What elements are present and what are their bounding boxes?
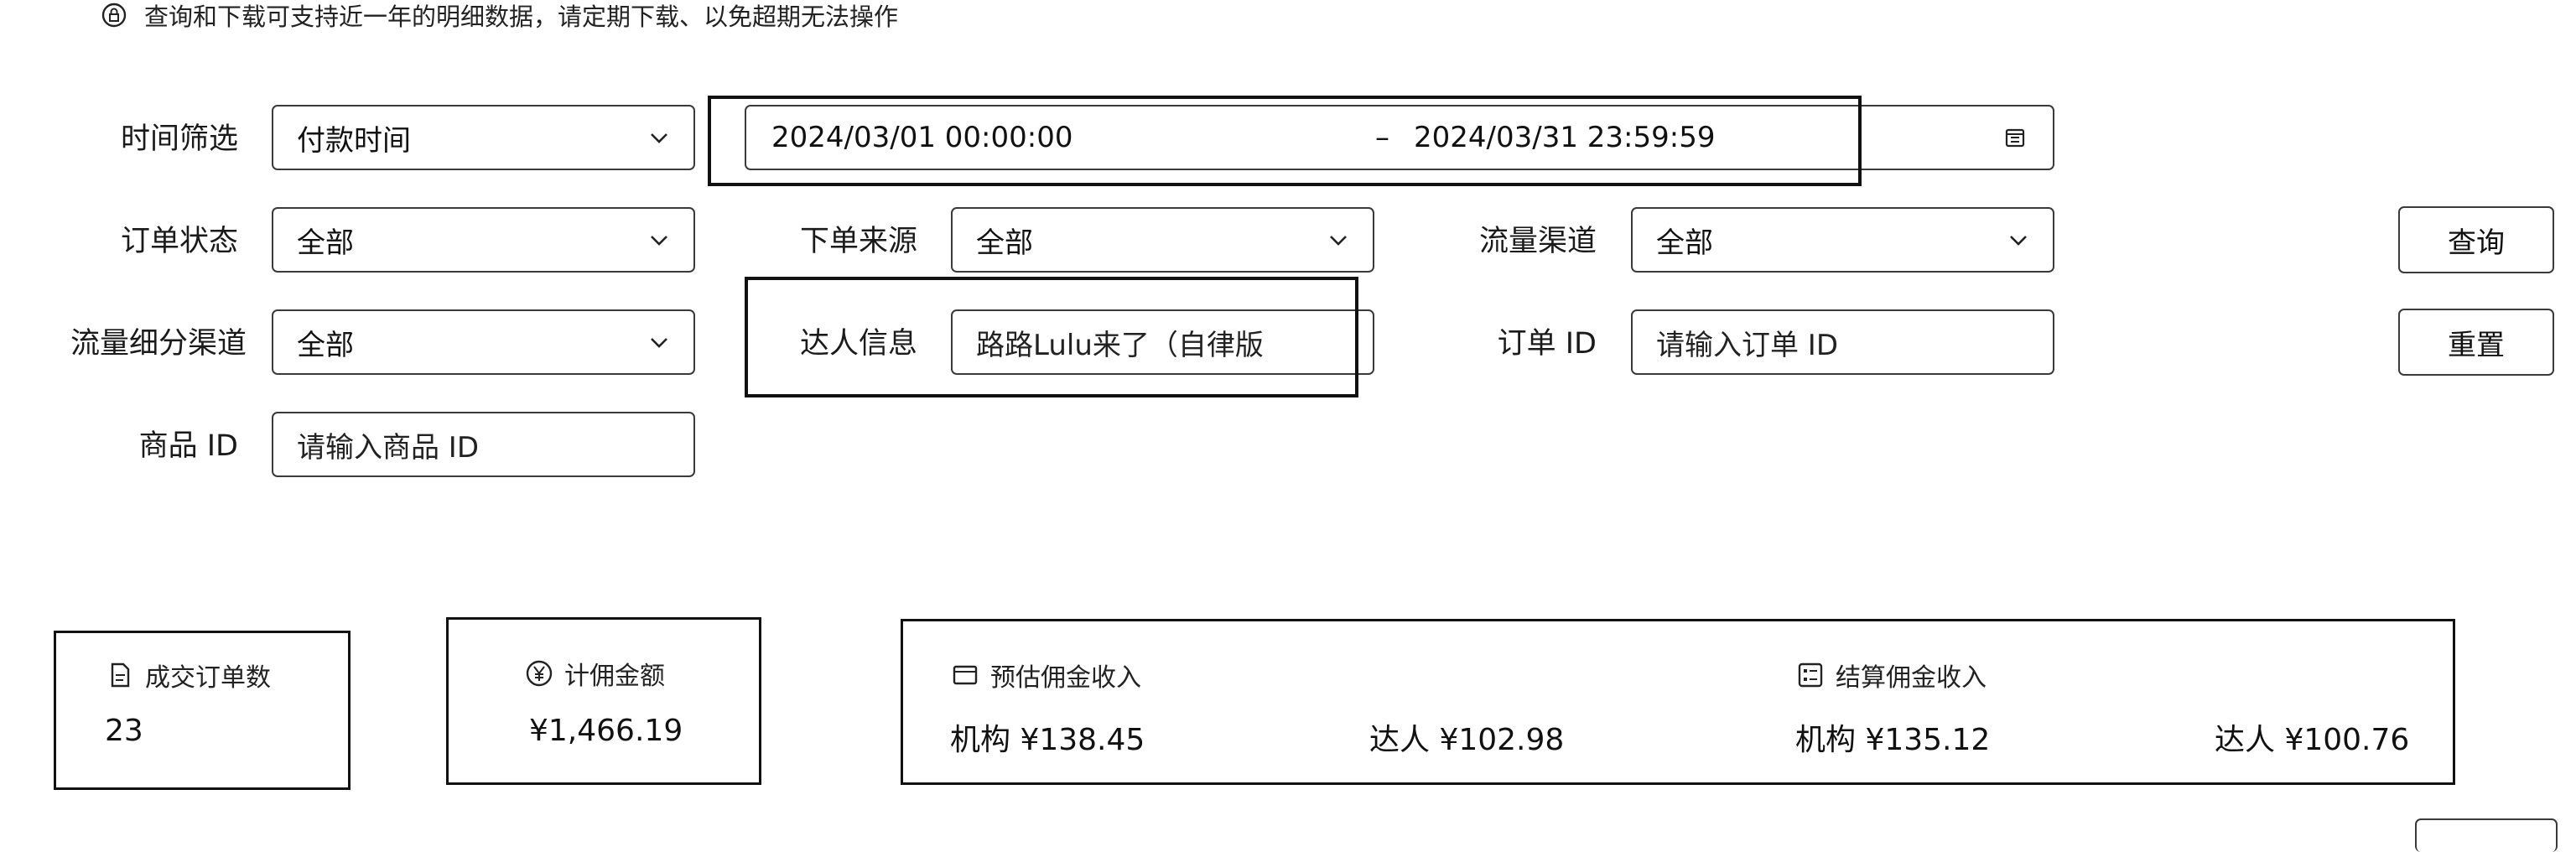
commission-amount-title: 计佣金额: [524, 655, 665, 692]
order-source-label: 下单来源: [799, 225, 917, 258]
order-status-label: 订单状态: [120, 225, 238, 258]
estimated-org-value: 机构 ¥138.45: [950, 723, 1145, 757]
checklist-icon: [1798, 662, 1823, 688]
query-button[interactable]: 查询: [2398, 206, 2554, 273]
traffic-sub-channel-select[interactable]: 全部: [272, 309, 695, 375]
influencer-value: 路路Lulu来了（自律版: [976, 328, 1264, 362]
order-id-placeholder: 请输入订单 ID: [1656, 328, 1839, 362]
orders-card-title: 成交订单数: [105, 657, 271, 694]
order-id-input[interactable]: 请输入订单 ID: [1631, 309, 2054, 375]
estimated-title-text: 预估佣金收入: [990, 663, 1141, 693]
settled-org-value: 机构 ¥135.12: [1795, 723, 1991, 757]
document-icon: [111, 662, 130, 688]
traffic-channel-value: 全部: [1656, 226, 1713, 260]
chevron-down-icon: [651, 236, 667, 246]
traffic-sub-channel-label: 流量细分渠道: [70, 327, 247, 361]
reset-button[interactable]: 重置: [2398, 309, 2554, 376]
settled-commission-title: 结算佣金收入: [1795, 657, 1987, 694]
date-start[interactable]: 2024/03/01 00:00:00: [771, 121, 1375, 154]
commission-amount-card: 计佣金额 ¥1,466.19: [446, 617, 761, 785]
time-type-value: 付款时间: [297, 123, 411, 158]
orders-value: 23: [105, 714, 143, 748]
notice-text: 查询和下载可支持近一年的明细数据，请定期下载、以免超期无法操作: [144, 3, 899, 31]
lock-info-icon: [101, 3, 127, 28]
orders-card: 成交订单数 23: [54, 631, 351, 790]
commission-amount-title-text: 计佣金额: [564, 662, 665, 691]
commission-income-card: 预估佣金收入 机构 ¥138.45 达人 ¥102.98 结算佣金收入 机构 ¥…: [901, 619, 2455, 785]
product-id-input[interactable]: 请输入商品 ID: [272, 412, 695, 477]
time-type-select[interactable]: 付款时间: [272, 105, 695, 170]
product-id-placeholder: 请输入商品 ID: [297, 430, 480, 465]
chevron-down-icon: [651, 133, 667, 143]
chevron-down-icon: [2010, 236, 2027, 246]
commission-amount-value: ¥1,466.19: [529, 714, 683, 748]
settled-influencer-value: 达人 ¥100.76: [2215, 723, 2410, 757]
time-filter-label: 时间筛选: [120, 122, 238, 156]
estimated-influencer-value: 达人 ¥102.98: [1369, 723, 1565, 757]
settled-title-text: 结算佣金收入: [1836, 663, 1987, 693]
chevron-down-icon: [651, 338, 667, 348]
wallet-icon: [953, 665, 978, 685]
order-source-select[interactable]: 全部: [951, 207, 1374, 273]
calendar-icon: [2005, 128, 2025, 148]
influencer-input[interactable]: 路路Lulu来了（自律版: [951, 309, 1374, 375]
chevron-down-icon: [1330, 236, 1347, 246]
date-range-picker[interactable]: 2024/03/01 00:00:00 – 2024/03/31 23:59:5…: [745, 105, 2054, 170]
date-separator: –: [1375, 121, 1389, 154]
date-end[interactable]: 2024/03/31 23:59:59: [1414, 121, 2002, 154]
estimated-commission-title: 预估佣金收入: [950, 657, 1141, 694]
order-id-label: 订单 ID: [1497, 327, 1597, 361]
influencer-label: 达人信息: [799, 327, 917, 361]
order-status-value: 全部: [297, 226, 354, 260]
order-source-value: 全部: [976, 226, 1033, 260]
order-status-select[interactable]: 全部: [272, 207, 695, 273]
notice-bar: 查询和下载可支持近一年的明细数据，请定期下载、以免超期无法操作: [101, 0, 899, 31]
traffic-channel-label: 流量渠道: [1478, 225, 1597, 258]
partial-bottom-button[interactable]: [2415, 818, 2558, 852]
product-id-label: 商品 ID: [138, 429, 238, 463]
traffic-sub-channel-value: 全部: [297, 328, 354, 362]
orders-title-text: 成交订单数: [145, 663, 271, 693]
yen-circle-icon: [526, 660, 553, 687]
traffic-channel-select[interactable]: 全部: [1631, 207, 2054, 273]
